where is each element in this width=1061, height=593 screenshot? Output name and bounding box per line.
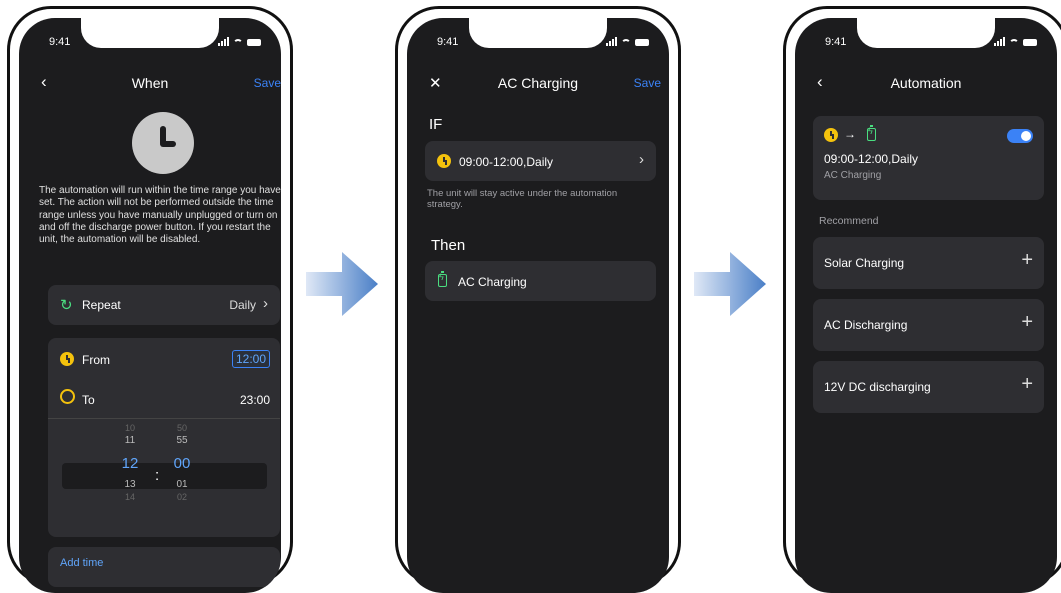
save-button[interactable]: Save [634, 76, 661, 90]
screen-automation: 9:41 ‹ Automation → 09:00-12:00,Daily AC… [795, 18, 1057, 593]
action-row[interactable]: AC Charging [425, 261, 656, 301]
picker-item: 11 [124, 435, 136, 446]
strategy-note: The unit will stay active under the auto… [427, 188, 618, 210]
notch [81, 18, 219, 48]
from-row[interactable]: From 12:00 [48, 338, 280, 378]
status-icons [994, 37, 1037, 46]
picker-item: 55 [176, 435, 188, 446]
status-icons [606, 37, 649, 46]
hour-column[interactable]: 10 11 12 13 14 [118, 423, 142, 504]
to-row[interactable]: To 23:00 [48, 378, 280, 419]
clock-icon [824, 128, 838, 142]
automation-card[interactable]: → 09:00-12:00,Daily AC Charging [813, 116, 1044, 200]
picker-item: 02 [176, 492, 187, 502]
condition-row[interactable]: 09:00-12:00,Daily › [425, 141, 656, 181]
from-value[interactable]: 12:00 [231, 350, 270, 368]
timer-icon [60, 389, 75, 404]
wifi-icon [1009, 39, 1019, 46]
recommend-item-solar[interactable]: Solar Charging + [813, 237, 1044, 289]
page-title: AC Charging [497, 75, 579, 91]
signal-icon [218, 37, 229, 46]
then-heading: Then [431, 237, 466, 254]
to-value: 23:00 [239, 393, 270, 407]
recommend-item-12v-dc[interactable]: 12V DC discharging + [813, 361, 1044, 413]
picker-item: 13 [124, 479, 136, 490]
flow-arrow-icon [694, 252, 766, 316]
picker-item: 14 [124, 492, 135, 502]
notch [469, 18, 607, 48]
repeat-icon: ↻ [60, 297, 73, 314]
plus-icon[interactable]: + [1021, 373, 1033, 396]
plus-icon[interactable]: + [1021, 311, 1033, 334]
page-title: When [131, 75, 169, 91]
signal-icon [606, 37, 617, 46]
automation-action: AC Charging [824, 170, 882, 181]
clock-icon [437, 154, 451, 168]
recommend-item-label: 12V DC discharging [824, 380, 931, 394]
condition-text: 09:00-12:00,Daily [459, 155, 554, 169]
clock-illustration-icon [132, 112, 194, 174]
arrow-right-icon: → [844, 127, 856, 141]
if-heading: IF [429, 116, 443, 133]
description-text: The automation will run within the time … [39, 185, 281, 246]
picker-selected-hour: 12 [121, 455, 139, 472]
status-icons [218, 37, 261, 46]
plus-icon[interactable]: + [1021, 249, 1033, 272]
chevron-right-icon: › [639, 151, 644, 168]
screen-ac-charging: 9:41 ✕ AC Charging Save IF 09:00-12:00,D… [407, 18, 669, 593]
screen-when: 9:41 ‹ When Save The automation will run… [19, 18, 281, 593]
wifi-icon [233, 39, 243, 46]
toggle-knob [1021, 131, 1031, 141]
battery-status-icon [635, 39, 649, 46]
automation-toggle[interactable] [1007, 129, 1033, 143]
page-title: Automation [890, 75, 962, 91]
picker-separator: : [155, 467, 160, 484]
chevron-right-icon: › [263, 295, 268, 312]
phone-frame-when: 9:41 ‹ When Save The automation will run… [7, 6, 293, 593]
wifi-icon [621, 39, 631, 46]
phone-frame-ac-charging: 9:41 ✕ AC Charging Save IF 09:00-12:00,D… [395, 6, 681, 593]
to-label: To [82, 393, 95, 407]
time-picker[interactable]: 10 11 12 13 14 : 50 55 00 01 02 [48, 423, 280, 533]
time-range-card: From 12:00 To 23:00 10 11 12 13 14 : 50 … [48, 338, 280, 537]
picker-item: 01 [176, 479, 188, 490]
save-button[interactable]: Save [254, 76, 281, 90]
repeat-value: Daily [229, 298, 256, 312]
flow-arrow-icon [306, 252, 378, 316]
add-time-button[interactable]: Add time [60, 557, 103, 569]
from-label: From [82, 353, 110, 367]
battery-status-icon [247, 39, 261, 46]
picker-item: 10 [124, 423, 135, 433]
signal-icon [994, 37, 1005, 46]
status-time: 9:41 [437, 36, 459, 48]
recommend-item-ac-discharging[interactable]: AC Discharging + [813, 299, 1044, 351]
picker-item: 50 [176, 423, 187, 433]
action-text: AC Charging [458, 275, 527, 289]
repeat-label: Repeat [82, 298, 121, 312]
repeat-row[interactable]: ↻ Repeat Daily › [48, 285, 280, 325]
from-clock-icon [60, 352, 74, 366]
status-time: 9:41 [825, 36, 847, 48]
automation-time: 09:00-12:00,Daily [824, 152, 919, 166]
picker-selection-bar [62, 463, 267, 489]
recommend-item-label: AC Discharging [824, 318, 908, 332]
phone-frame-automation: 9:41 ‹ Automation → 09:00-12:00,Daily AC… [783, 6, 1061, 593]
battery-status-icon [1023, 39, 1037, 46]
status-time: 9:41 [49, 36, 71, 48]
battery-charging-icon [867, 125, 876, 141]
minute-column[interactable]: 50 55 00 01 02 [170, 423, 194, 504]
notch [857, 18, 995, 48]
recommend-item-label: Solar Charging [824, 256, 905, 270]
battery-charging-icon [438, 271, 447, 287]
picker-selected-minute: 00 [173, 455, 191, 472]
recommend-heading: Recommend [819, 215, 879, 227]
add-time-row[interactable]: Add time [48, 547, 280, 587]
